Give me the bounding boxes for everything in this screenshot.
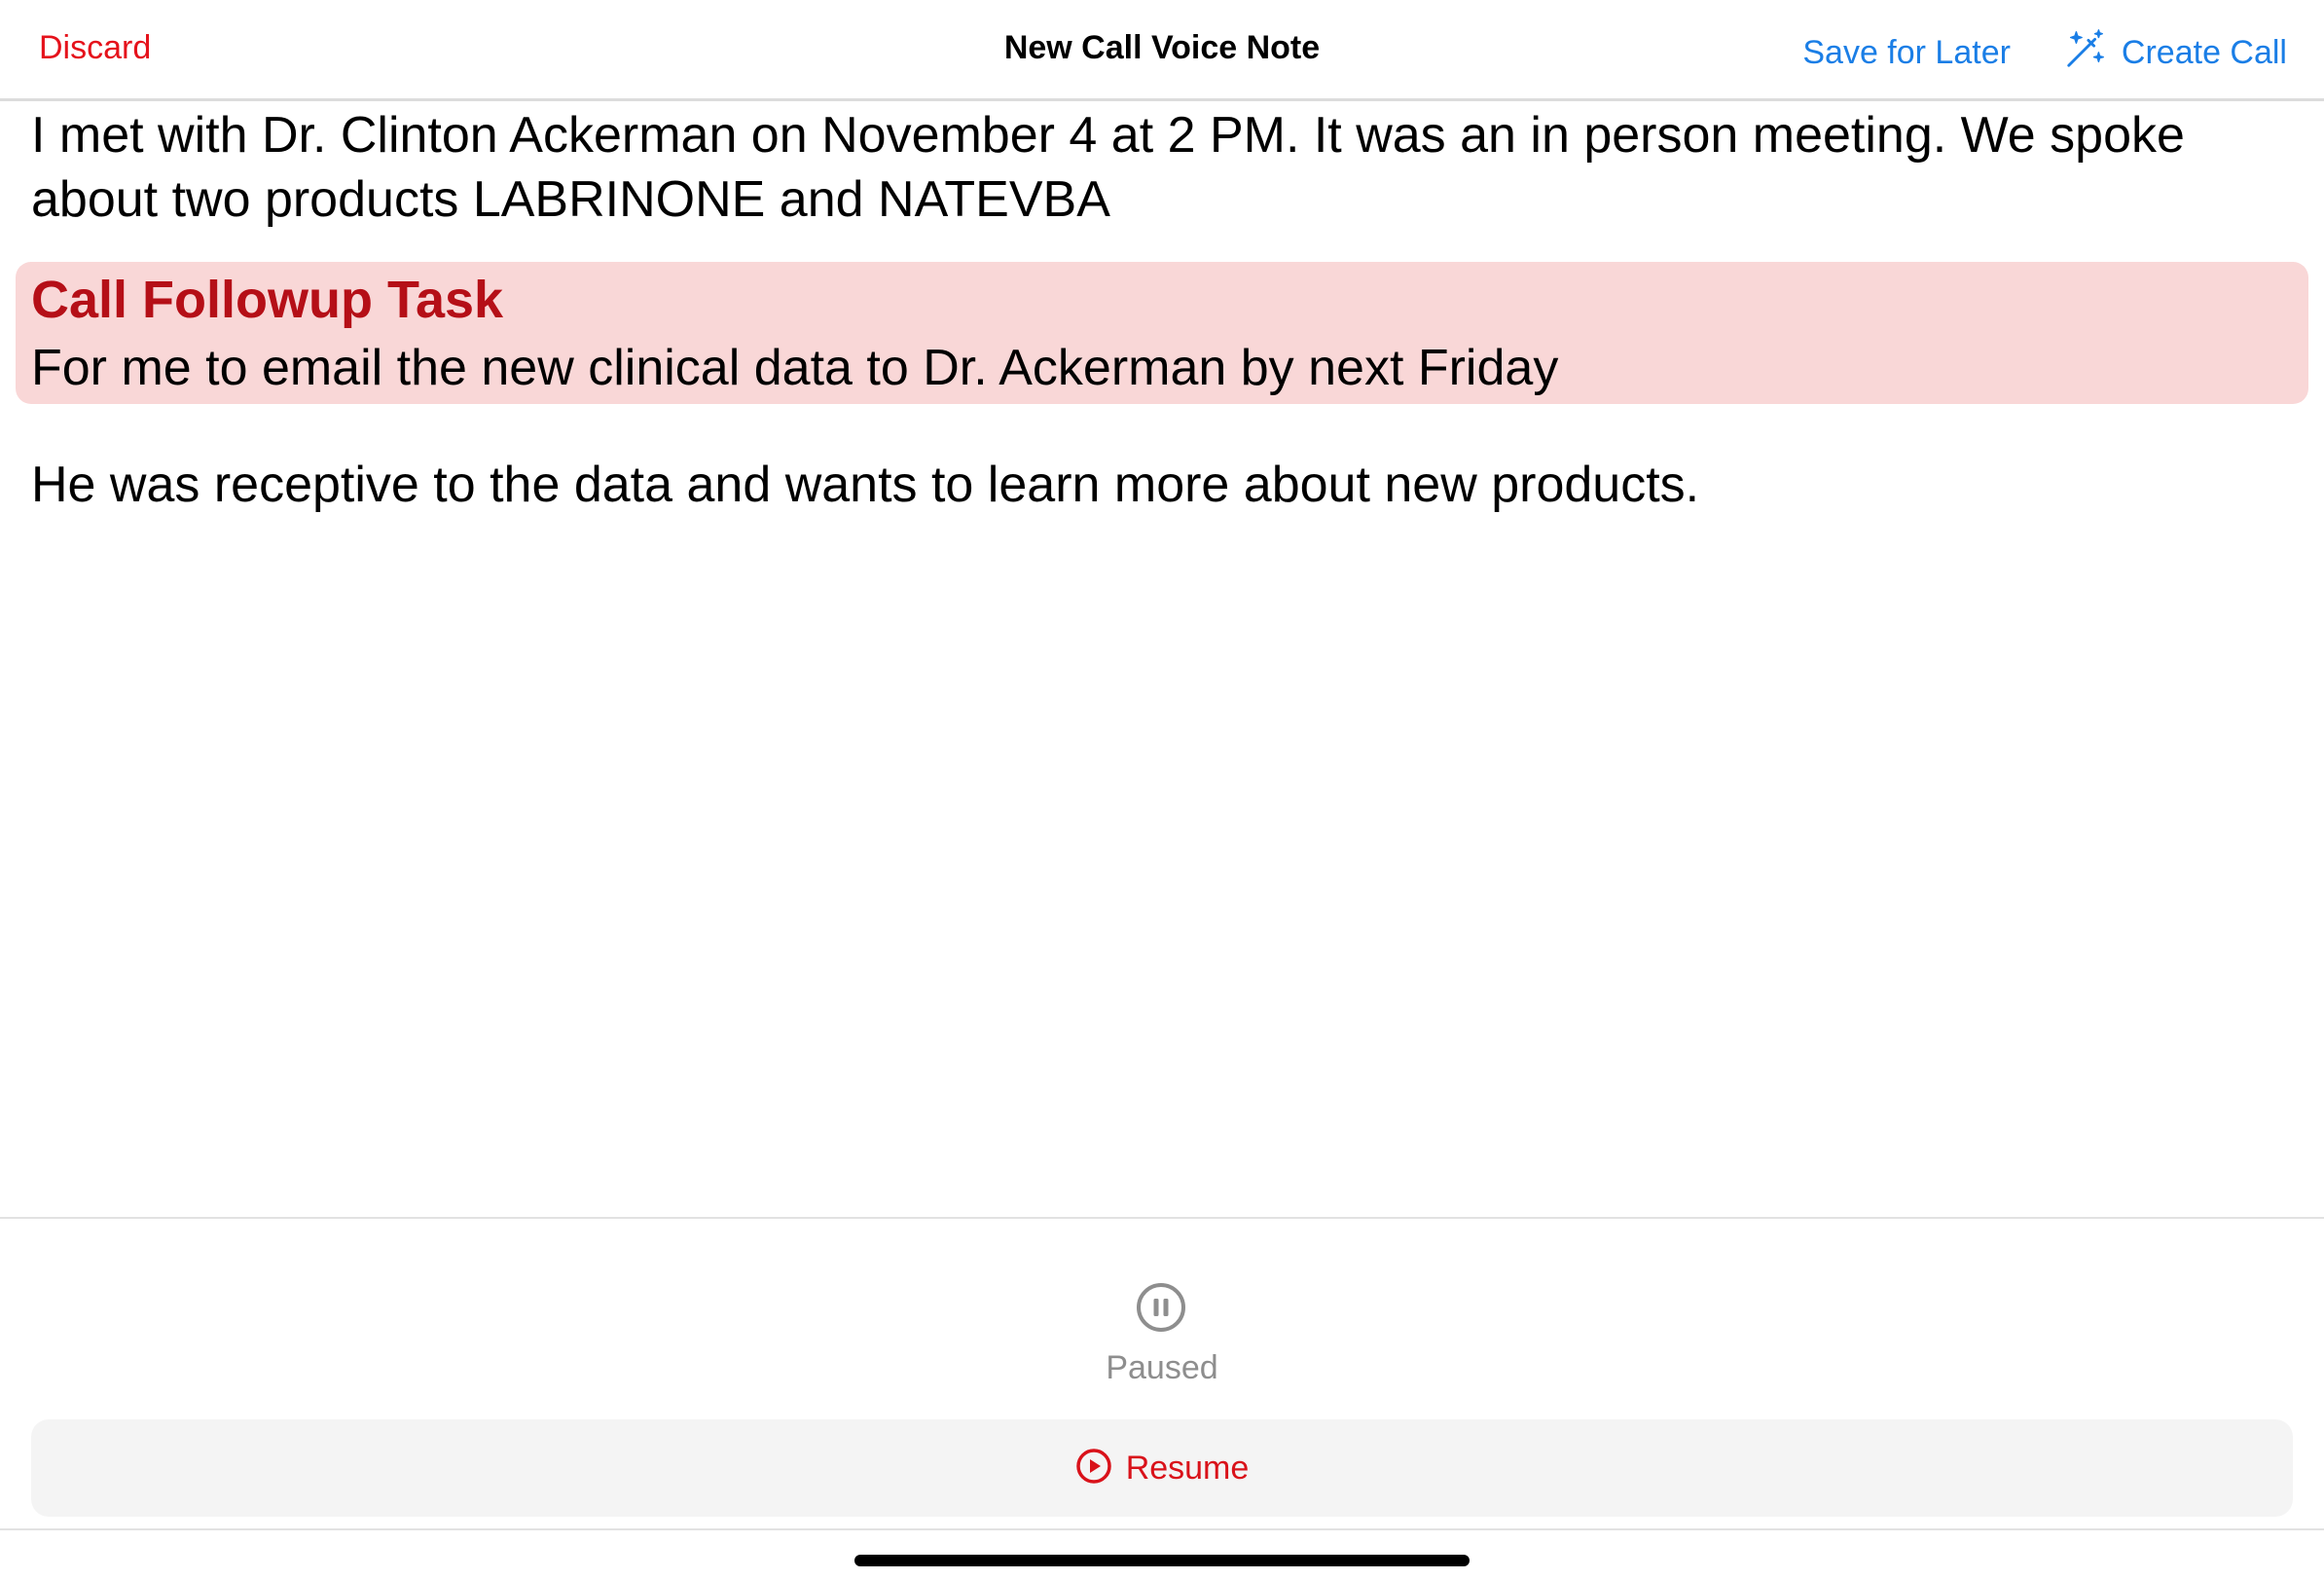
home-indicator[interactable] xyxy=(854,1555,1470,1566)
discard-button[interactable]: Discard xyxy=(39,29,151,67)
navigation-bar: Discard New Call Voice Note Save for Lat… xyxy=(0,0,2324,101)
create-call-label: Create Call xyxy=(2121,33,2287,71)
note-paragraph[interactable]: He was receptive to the data and wants t… xyxy=(31,453,2289,517)
note-paragraph[interactable]: I met with Dr. Clinton Ackerman on Novem… xyxy=(31,103,2289,232)
play-circle-icon xyxy=(1075,1448,1112,1489)
task-title: Call Followup Task xyxy=(31,271,504,329)
resume-button[interactable]: Resume xyxy=(31,1419,2293,1517)
resume-label: Resume xyxy=(1125,1449,1250,1487)
pause-circle-icon xyxy=(1135,1281,1187,1334)
nav-actions: Save for Later Create Call xyxy=(1802,23,2287,82)
call-followup-task[interactable]: Call Followup Task For me to email the n… xyxy=(16,262,2308,404)
save-for-later-button[interactable]: Save for Later xyxy=(1802,34,2011,72)
recording-status: Paused xyxy=(1106,1349,1218,1386)
recorder-panel: Paused Resume xyxy=(0,1217,2324,1530)
save-for-later-label: Save for Later xyxy=(1802,33,2011,71)
magic-wand-icon xyxy=(2063,26,2108,80)
create-call-button[interactable]: Create Call xyxy=(2063,26,2287,80)
voice-note-screen: Discard New Call Voice Note Save for Lat… xyxy=(0,0,2324,1580)
task-body: For me to email the new clinical data to… xyxy=(31,340,1559,396)
